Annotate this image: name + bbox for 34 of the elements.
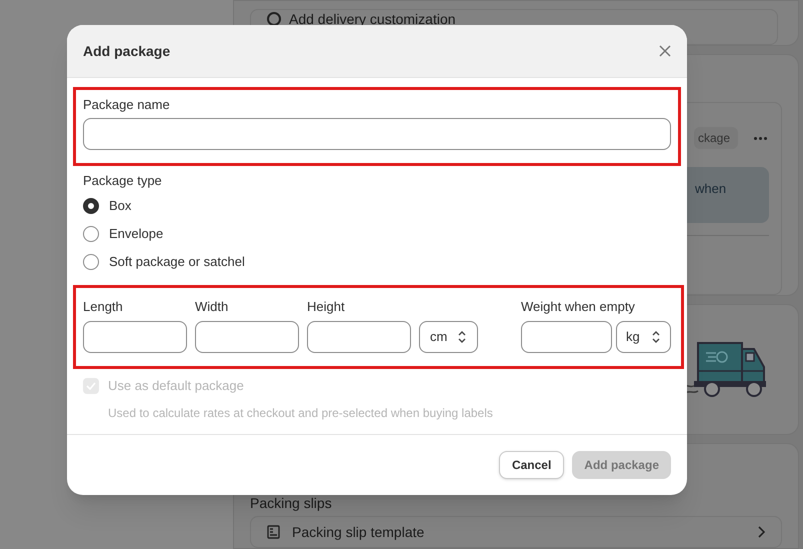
radio-label: Box (109, 197, 132, 216)
weight-input[interactable] (521, 321, 612, 353)
up-down-chevron-icon (457, 330, 467, 344)
dimension-input[interactable] (195, 321, 299, 353)
dimension-input[interactable] (83, 321, 187, 353)
field-label: Width (195, 298, 230, 316)
radio-button[interactable] (83, 198, 99, 214)
packing-slip-row[interactable]: Packing slip template (250, 516, 782, 548)
help-text: Used to calculate rates at checkout and pre-selected when buying labels (108, 404, 494, 422)
radio-button[interactable] (83, 226, 99, 242)
unit-select[interactable]: kg (616, 321, 671, 353)
field-label: Length (83, 298, 124, 316)
add-customization-link[interactable]: Add delivery customization (289, 10, 456, 28)
unit-select[interactable]: cm (419, 321, 478, 353)
banner-text: when (695, 181, 726, 196)
dimension-input[interactable] (307, 321, 411, 353)
section-title: Packing slips (250, 494, 333, 513)
document-icon (267, 525, 280, 539)
close-icon[interactable] (659, 45, 671, 57)
field-label: Package type (83, 172, 163, 190)
field-label: Weight when empty (521, 298, 636, 316)
dialog-title: Add package (83, 42, 170, 61)
field-label: Height (307, 298, 346, 316)
field-label: Package name (83, 96, 171, 114)
package-name-input[interactable] (83, 118, 671, 150)
radio-label: Envelope (109, 225, 164, 244)
chevron-right-icon (757, 526, 765, 538)
up-down-chevron-icon (651, 330, 661, 344)
radio-label: Soft package or satchel (109, 253, 245, 272)
package-badge: ckage (694, 127, 738, 149)
more-actions-icon[interactable] (754, 136, 767, 140)
checkbox-label: Use as default package (108, 377, 244, 395)
cancel-button[interactable]: Cancel (498, 451, 564, 479)
radio-button[interactable] (83, 254, 99, 270)
